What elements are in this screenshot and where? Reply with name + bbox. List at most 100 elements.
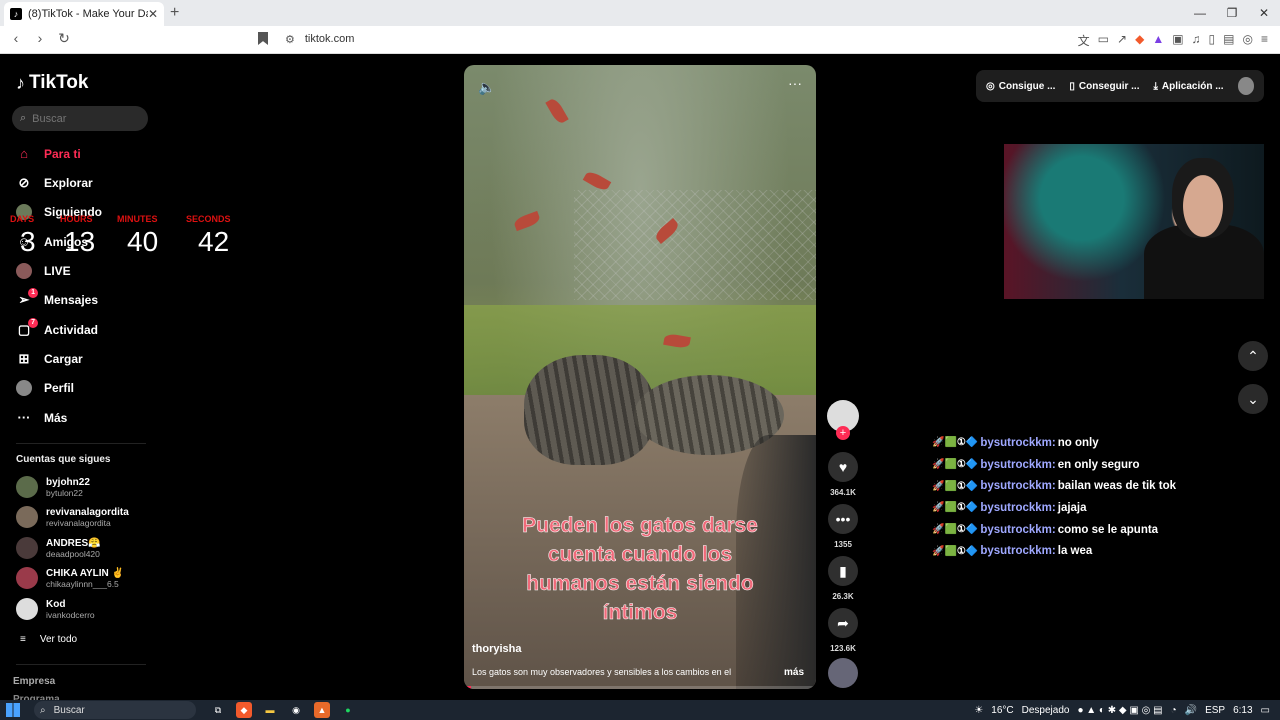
countdown-label: SECONDS: [186, 214, 231, 224]
volume-icon[interactable]: 🔈: [478, 79, 495, 96]
taskbar-search[interactable]: ⌕ Buscar: [34, 701, 196, 719]
media-icon[interactable]: ♫: [1192, 32, 1201, 49]
menu-icon[interactable]: ≡: [1261, 32, 1268, 49]
browser-tab[interactable]: ♪ (8)TikTok - Make Your Day ✕: [4, 2, 164, 26]
sound-disc-avatar[interactable]: [828, 658, 858, 688]
share-icon[interactable]: ↗: [1117, 32, 1127, 49]
clock[interactable]: 6:13: [1233, 705, 1252, 716]
search-input[interactable]: [32, 112, 133, 125]
notifications-icon[interactable]: ▭: [1261, 705, 1270, 716]
wifi-icon[interactable]: ◔: [1171, 705, 1177, 716]
video-scene-fence: [574, 190, 816, 300]
see-all-label: Ver todo: [39, 634, 78, 645]
sidebar-item-mas[interactable]: ··· Más: [16, 406, 156, 430]
search-icon: ⌕: [20, 112, 27, 124]
sidebar-item-mensajes[interactable]: ➢ 1 Mensajes: [16, 288, 156, 312]
video-player[interactable]: 🔈 ··· Pueden los gatos darse cuenta cuan…: [464, 65, 816, 689]
taskbar-search-label: Buscar: [53, 704, 85, 716]
video-progress-bar[interactable]: [464, 686, 816, 689]
webcam-overlay: [1004, 144, 1264, 299]
tray-icons[interactable]: ● ▲ ◐ ✱ ◆ ▣ ◎ ▤: [1077, 705, 1162, 716]
wallet-icon[interactable]: ▤: [1223, 32, 1234, 49]
brave-app-icon[interactable]: ◆: [236, 702, 252, 718]
get-app-button[interactable]: ▯ Conseguir ...: [1069, 81, 1139, 92]
inbox-icon: ▢ 7: [16, 318, 38, 338]
next-video-button[interactable]: ⌄: [1238, 384, 1268, 414]
desktop-app-button[interactable]: ⤓ Aplicación ...: [1153, 81, 1223, 92]
windows-start-icon[interactable]: [6, 703, 20, 717]
sidebar-item-explorar[interactable]: ⊘ Explorar: [16, 171, 156, 195]
weather-text: Despejado: [1021, 704, 1070, 716]
minimize-icon[interactable]: —: [1184, 0, 1216, 26]
empresa-link[interactable]: Empresa: [13, 676, 55, 687]
weather-icon: ☀: [974, 704, 984, 716]
file-explorer-icon[interactable]: ▬: [262, 702, 278, 718]
forward-icon[interactable]: ›: [32, 30, 48, 47]
live-avatar-icon: [16, 263, 32, 279]
chat-message: jajaja: [1057, 501, 1087, 514]
brave-shield-icon[interactable]: ◆: [1135, 32, 1144, 49]
cast-icon[interactable]: ▭: [1098, 32, 1109, 49]
followed-account[interactable]: revivanalagordita revivanalagordita: [16, 506, 161, 528]
close-window-icon[interactable]: ✕: [1248, 0, 1280, 26]
previous-video-button[interactable]: ⌃: [1238, 341, 1268, 371]
sidebar-toggle-icon[interactable]: ▯: [1209, 32, 1216, 49]
account-name: Kod: [46, 598, 66, 610]
rewards-icon[interactable]: ▲: [1152, 32, 1164, 49]
more-button[interactable]: más: [784, 667, 804, 678]
tab-search-icon[interactable]: ▣: [1172, 32, 1183, 49]
url-field[interactable]: ⚙ tiktok.com: [285, 33, 354, 46]
sidebar-item-cargar[interactable]: ⊞ Cargar: [16, 347, 156, 371]
comment-button[interactable]: •••: [828, 504, 858, 534]
account-handle: deaadpool420: [46, 548, 100, 559]
sidebar-item-label: Actividad: [44, 323, 99, 337]
countdown-value: 42: [198, 226, 230, 257]
sidebar-item-live[interactable]: LIVE: [16, 259, 156, 283]
followed-account[interactable]: Kod ivankodcerro: [16, 598, 161, 620]
follow-plus-icon[interactable]: +: [836, 426, 850, 440]
chat-user: bysutrockkm:: [980, 458, 1056, 471]
sidebar-item-actividad[interactable]: ▢ 7 Actividad: [16, 318, 156, 342]
site-settings-icon[interactable]: ⚙: [285, 33, 295, 46]
app-icon[interactable]: ▲: [314, 702, 330, 718]
back-icon[interactable]: ‹: [8, 30, 24, 47]
search-box[interactable]: ⌕: [12, 106, 148, 131]
profile-avatar[interactable]: [1237, 77, 1254, 95]
language-indicator[interactable]: ESP: [1205, 705, 1225, 716]
video-author[interactable]: thoryisha: [472, 643, 522, 655]
profile-avatar-icon: [16, 380, 32, 396]
obs-app-icon[interactable]: ◉: [288, 702, 304, 718]
task-view-icon[interactable]: ⧉: [210, 702, 226, 718]
followed-account[interactable]: ANDRES😤 deaadpool420: [16, 537, 161, 559]
sidebar-item-label: Para ti: [44, 147, 81, 161]
tiktok-logo[interactable]: ♪ TikTok: [16, 72, 88, 94]
bookmark-icon[interactable]: [258, 32, 268, 45]
video-progress-fill: [464, 686, 472, 689]
account-handle: ivankodcerro: [46, 609, 95, 620]
sidebar-item-perfil[interactable]: Perfil: [16, 376, 156, 400]
volume-tray-icon[interactable]: 🔊: [1185, 705, 1197, 716]
divider: [16, 443, 146, 444]
followed-account[interactable]: CHIKA AYLIN ✌ chikaaylinnn___6.5: [16, 567, 161, 589]
activity-badge: 7: [28, 318, 38, 328]
translate-icon[interactable]: 文: [1078, 32, 1090, 49]
vpn-icon[interactable]: ◎: [1243, 32, 1253, 49]
sidebar-item-para-ti[interactable]: ⌂ Para ti: [16, 142, 156, 166]
share-button[interactable]: ➦: [828, 608, 858, 638]
spotify-icon[interactable]: ●: [340, 702, 356, 718]
more-options-icon[interactable]: ···: [788, 75, 802, 91]
home-icon: ⌂: [20, 146, 28, 161]
see-all-button[interactable]: ≡ Ver todo: [20, 634, 77, 645]
restore-icon[interactable]: ❐: [1216, 0, 1248, 26]
like-button[interactable]: ♥: [828, 452, 858, 482]
get-coins-button[interactable]: ◎ Consigue ...: [986, 81, 1055, 92]
close-tab-icon[interactable]: ✕: [148, 7, 158, 21]
new-tab-button[interactable]: +: [170, 4, 179, 22]
video-caption: Pueden los gatos darse cuenta cuando los…: [522, 514, 758, 625]
address-bar: ‹ › ↻ ⚙ tiktok.com 文 ▭ ↗ ◆ ▲ ▣ ♫ ▯ ▤ ◎ ≡: [0, 26, 1280, 54]
followed-account[interactable]: byjohn22 bytulon22: [16, 476, 161, 498]
reload-icon[interactable]: ↻: [56, 30, 72, 47]
messages-badge: 1: [28, 288, 38, 298]
save-button[interactable]: ▮: [828, 556, 858, 586]
avatar: [16, 567, 38, 589]
